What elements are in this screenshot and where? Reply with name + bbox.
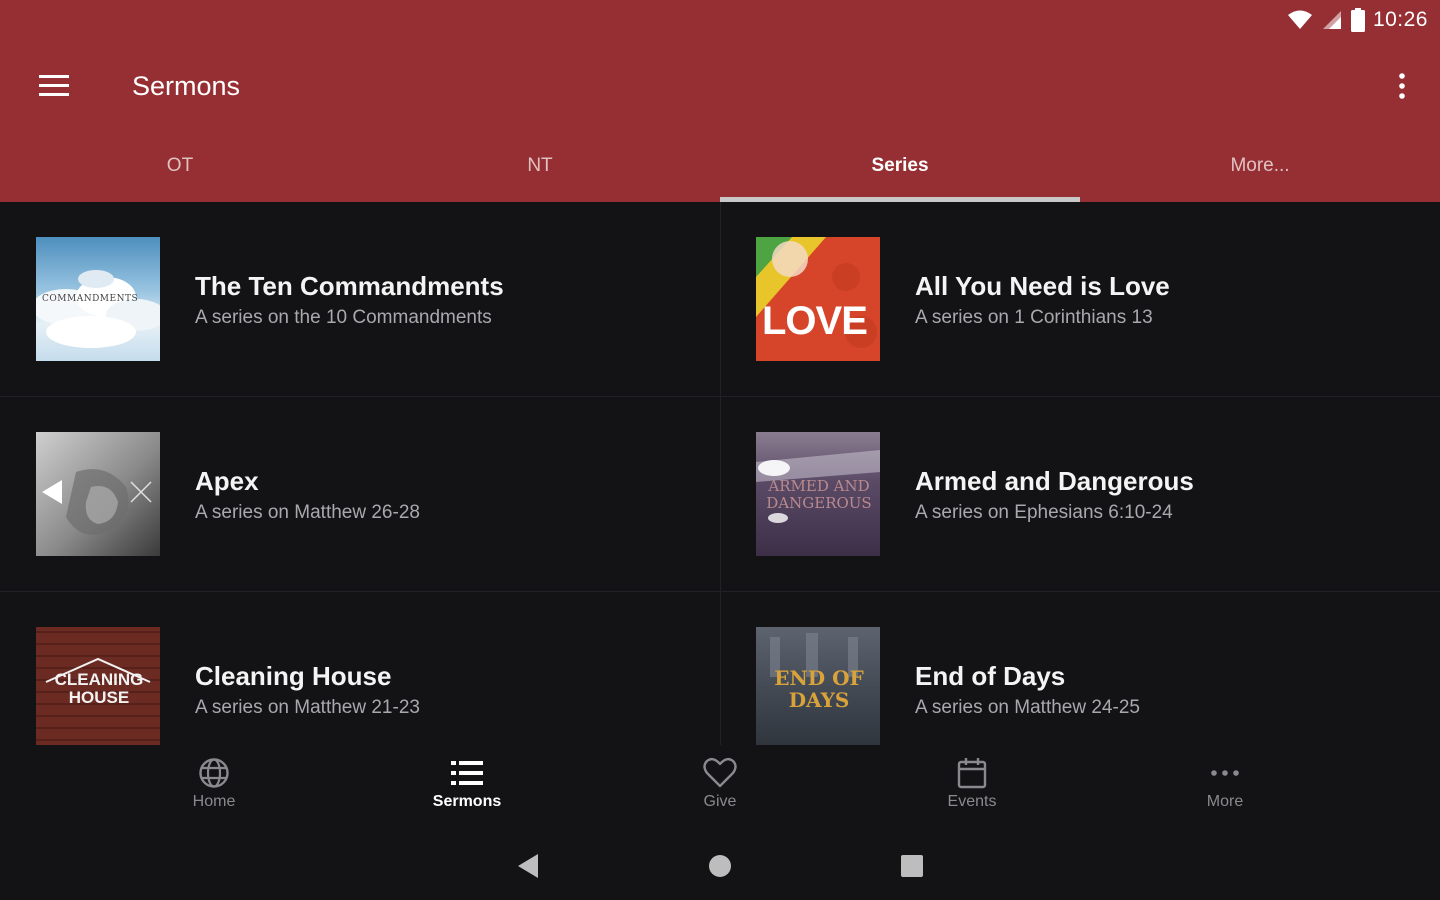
series-text: Apex A series on Matthew 26-28 xyxy=(195,465,420,525)
page-title: Sermons xyxy=(132,71,241,101)
series-subtitle: A series on Ephesians 6:10-24 xyxy=(915,502,1173,523)
series-title: End of Days xyxy=(915,661,1066,691)
nav-give[interactable]: Give xyxy=(650,757,790,811)
system-recents-button[interactable] xyxy=(894,848,930,884)
hamburger-menu-icon xyxy=(39,75,69,96)
more-vert-icon xyxy=(1399,73,1405,99)
series-title: Cleaning House xyxy=(195,661,392,691)
thumbnail-text: END OF DAYS xyxy=(774,666,864,712)
apex-artwork xyxy=(42,469,152,535)
overflow-menu-button[interactable] xyxy=(1386,66,1418,106)
thumbnail-text: COMMANDMENTS xyxy=(42,294,139,304)
menu-button[interactable] xyxy=(30,66,78,106)
status-clock: 10:26 xyxy=(1372,8,1428,31)
nav-more[interactable]: More xyxy=(1155,757,1295,811)
series-card-ten-commandments[interactable]: COMMANDMENTS The Ten Commandments A seri… xyxy=(0,202,721,397)
nav-label: Sermons xyxy=(432,793,502,810)
series-card-apex[interactable]: Apex A series on Matthew 26-28 xyxy=(0,397,721,592)
nav-events[interactable]: Events xyxy=(902,757,1042,811)
nav-label: Events xyxy=(947,793,997,810)
thumbnail-text: ARMED AND DANGEROUS xyxy=(766,477,872,512)
series-card-armed-and-dangerous[interactable]: ARMED AND DANGEROUS Armed and Dangerous … xyxy=(721,397,1440,592)
series-card-cleaning-house[interactable]: CLEANING HOUSE Cleaning House A series o… xyxy=(0,592,721,745)
battery-icon xyxy=(1350,8,1365,32)
system-navigation-bar xyxy=(0,830,1440,900)
tab-ot[interactable]: OT xyxy=(0,132,360,202)
system-home-button[interactable] xyxy=(702,848,738,884)
series-subtitle: A series on Matthew 26-28 xyxy=(195,502,420,523)
series-subtitle: A series on Matthew 21-23 xyxy=(195,697,420,718)
tab-series[interactable]: Series xyxy=(720,132,1080,202)
series-thumbnail: CLEANING HOUSE xyxy=(36,627,160,745)
status-bar: 10:26 xyxy=(1287,6,1428,34)
nav-sermons[interactable]: Sermons xyxy=(397,757,537,811)
series-thumbnail: END OF DAYS xyxy=(756,627,880,745)
home-circle-icon xyxy=(709,855,731,877)
series-title: All You Need is Love xyxy=(915,271,1170,301)
series-text: Armed and Dangerous A series on Ephesian… xyxy=(915,465,1194,525)
tab-label: OT xyxy=(166,155,194,176)
back-triangle-icon xyxy=(518,854,538,878)
tab-bar: OT NT Series More... xyxy=(0,132,1440,202)
series-text: All You Need is Love A series on 1 Corin… xyxy=(915,270,1170,330)
series-text: The Ten Commandments A series on the 10 … xyxy=(195,270,504,330)
series-thumbnail: COMMANDMENTS xyxy=(36,237,160,361)
tab-label: NT xyxy=(527,155,553,176)
series-subtitle: A series on 1 Corinthians 13 xyxy=(915,307,1153,328)
series-thumbnail: ARMED AND DANGEROUS xyxy=(756,432,880,556)
series-subtitle: A series on Matthew 24-25 xyxy=(915,697,1140,718)
signal-icon xyxy=(1322,11,1341,29)
heart-icon xyxy=(703,757,737,788)
thumbnail-text: LOVE xyxy=(762,299,868,343)
thumbnail-text: CLEANING HOUSE xyxy=(54,670,144,707)
system-back-button[interactable] xyxy=(510,848,546,884)
series-title: The Ten Commandments xyxy=(195,271,504,301)
series-title: Apex xyxy=(195,466,259,496)
series-card-all-you-need-is-love[interactable]: LOVE All You Need is Love A series on 1 … xyxy=(721,202,1440,397)
wifi-icon xyxy=(1287,10,1312,29)
recents-square-icon xyxy=(901,855,923,877)
globe-icon xyxy=(199,758,229,788)
tab-more[interactable]: More... xyxy=(1080,132,1440,202)
series-subtitle: A series on the 10 Commandments xyxy=(195,307,492,328)
nav-home[interactable]: Home xyxy=(144,757,284,811)
list-icon xyxy=(451,761,483,785)
calendar-icon xyxy=(957,758,987,789)
tab-label: Series xyxy=(871,155,929,176)
nav-label: More xyxy=(1206,793,1244,810)
series-card-end-of-days[interactable]: END OF DAYS End of Days A series on Matt… xyxy=(721,592,1440,745)
series-title: Armed and Dangerous xyxy=(915,466,1194,496)
more-horiz-icon xyxy=(1211,770,1239,776)
tab-label: More... xyxy=(1230,155,1290,176)
series-text: End of Days A series on Matthew 24-25 xyxy=(915,660,1140,720)
series-thumbnail: LOVE xyxy=(756,237,880,361)
bottom-navigation: Home Sermons Give Events More xyxy=(0,745,1440,830)
series-text: Cleaning House A series on Matthew 21-23 xyxy=(195,660,420,720)
tab-nt[interactable]: NT xyxy=(360,132,720,202)
app-bar: 10:26 Sermons OT NT Series More... xyxy=(0,0,1440,202)
series-grid: COMMANDMENTS The Ten Commandments A seri… xyxy=(0,202,1440,745)
nav-label: Give xyxy=(703,793,737,810)
toolbar: Sermons xyxy=(0,54,1440,118)
nav-label: Home xyxy=(192,793,236,810)
series-thumbnail xyxy=(36,432,160,556)
